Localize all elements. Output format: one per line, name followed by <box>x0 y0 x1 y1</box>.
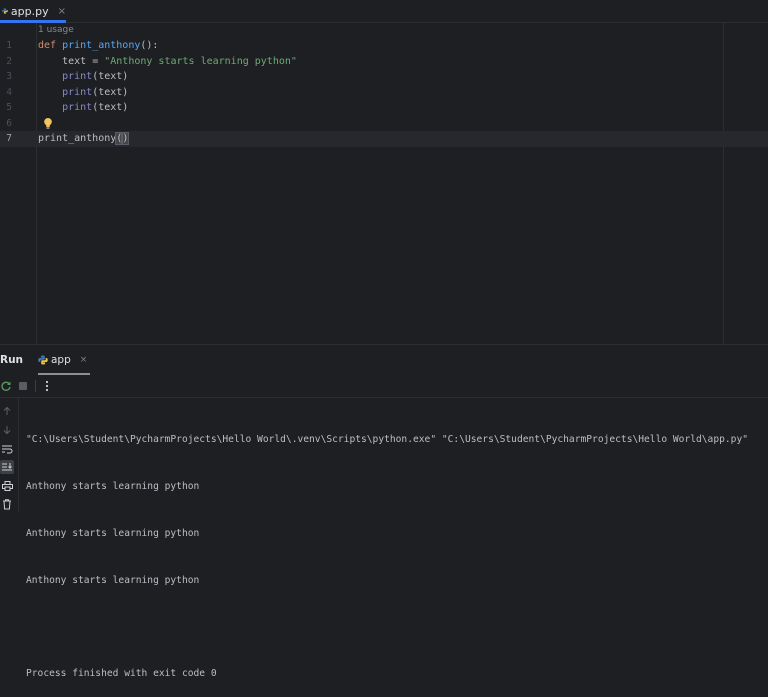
code-line[interactable]: 1 def print_anthony(): <box>0 38 768 54</box>
soft-wrap-icon <box>2 445 13 454</box>
run-panel-title: Run <box>0 354 24 366</box>
stop-button[interactable] <box>16 379 30 393</box>
scroll-to-end-button[interactable] <box>0 460 14 474</box>
line-number: 5 <box>6 102 12 113</box>
console-line: Anthony starts learning python <box>26 480 200 492</box>
scroll-up-button[interactable] <box>0 404 14 418</box>
keyword: def <box>38 40 57 51</box>
code-editor[interactable]: 1 usage 1 def print_anthony(): 2 text = … <box>0 23 768 344</box>
rerun-button[interactable] <box>0 379 13 393</box>
python-file-icon <box>38 355 48 365</box>
code-line-current[interactable]: 7 print_anthony() <box>0 131 768 147</box>
usage-hint[interactable]: 1 usage <box>38 25 74 35</box>
close-icon[interactable]: × <box>58 6 66 17</box>
console-line: Anthony starts learning python <box>26 574 200 586</box>
code-text: print(text) <box>38 69 128 85</box>
line-number: 6 <box>6 117 12 129</box>
soft-wrap-button[interactable] <box>0 442 14 456</box>
editor-tab-bar: app.py × <box>0 0 768 23</box>
run-tab-app[interactable]: app × <box>38 345 90 375</box>
line-number: 7 <box>6 133 12 144</box>
console-line: "C:\Users\Student\PycharmProjects\Hello … <box>26 434 748 446</box>
python-file-icon <box>2 8 8 14</box>
builtin-call: print <box>62 102 93 113</box>
code-args: (text) <box>92 86 129 98</box>
code-line[interactable]: 4 print(text) <box>0 85 768 101</box>
code-line[interactable]: 6 <box>0 116 768 132</box>
console-output[interactable]: "C:\Users\Student\PycharmProjects\Hello … <box>26 401 748 697</box>
text-caret <box>128 132 130 144</box>
function-name: print_anthony <box>62 40 141 51</box>
run-tab-label: app <box>51 354 71 366</box>
line-number: 4 <box>6 86 12 98</box>
print-button[interactable] <box>0 479 14 493</box>
code-punct: (): <box>140 40 159 51</box>
builtin-call: print <box>62 71 93 82</box>
code-text: print(text) <box>38 85 128 101</box>
more-options-button[interactable] <box>40 379 54 393</box>
tab-label: app.py <box>10 4 49 18</box>
line-number: 1 <box>6 40 12 51</box>
code-text: print(text) <box>38 100 128 116</box>
scroll-to-end-icon <box>2 463 12 471</box>
function-call: print_anthony <box>38 133 117 144</box>
console-line: Anthony starts learning python <box>26 527 200 539</box>
code-line[interactable]: 5 print(text) <box>0 100 768 116</box>
string-literal: "Anthony starts learning python" <box>104 55 297 67</box>
more-options-icon <box>45 380 49 392</box>
builtin-call: print <box>62 86 93 98</box>
rerun-icon <box>1 381 11 391</box>
code-text: print_anthony() <box>38 131 130 147</box>
variable-assignment: text = <box>62 55 105 67</box>
code-args: (text) <box>92 102 129 113</box>
line-number: 2 <box>6 55 12 67</box>
close-icon[interactable]: × <box>80 355 88 365</box>
code-args: (text) <box>92 71 129 82</box>
tab-app-py[interactable]: app.py × <box>0 0 66 23</box>
code-line[interactable]: 2 text = "Anthony starts learning python… <box>0 54 768 70</box>
clear-all-icon <box>3 498 11 509</box>
toolbar-divider <box>35 380 36 392</box>
print-icon <box>1 481 13 491</box>
code-text: text = "Anthony starts learning python" <box>38 54 297 70</box>
code-text: def print_anthony(): <box>38 38 158 54</box>
code-line[interactable]: 3 print(text) <box>0 69 768 85</box>
stop-icon <box>19 382 27 390</box>
line-number: 3 <box>6 71 12 82</box>
clear-all-button[interactable] <box>0 497 14 511</box>
run-panel-header: Run app × <box>0 344 768 375</box>
lightbulb-icon[interactable] <box>43 117 53 130</box>
run-toolbar <box>0 375 768 398</box>
scroll-up-icon <box>3 406 11 415</box>
console-side-toolbar <box>0 398 19 511</box>
scroll-down-icon <box>3 426 11 435</box>
scroll-down-button[interactable] <box>0 423 14 437</box>
console-line: Process finished with exit code 0 <box>26 668 217 680</box>
